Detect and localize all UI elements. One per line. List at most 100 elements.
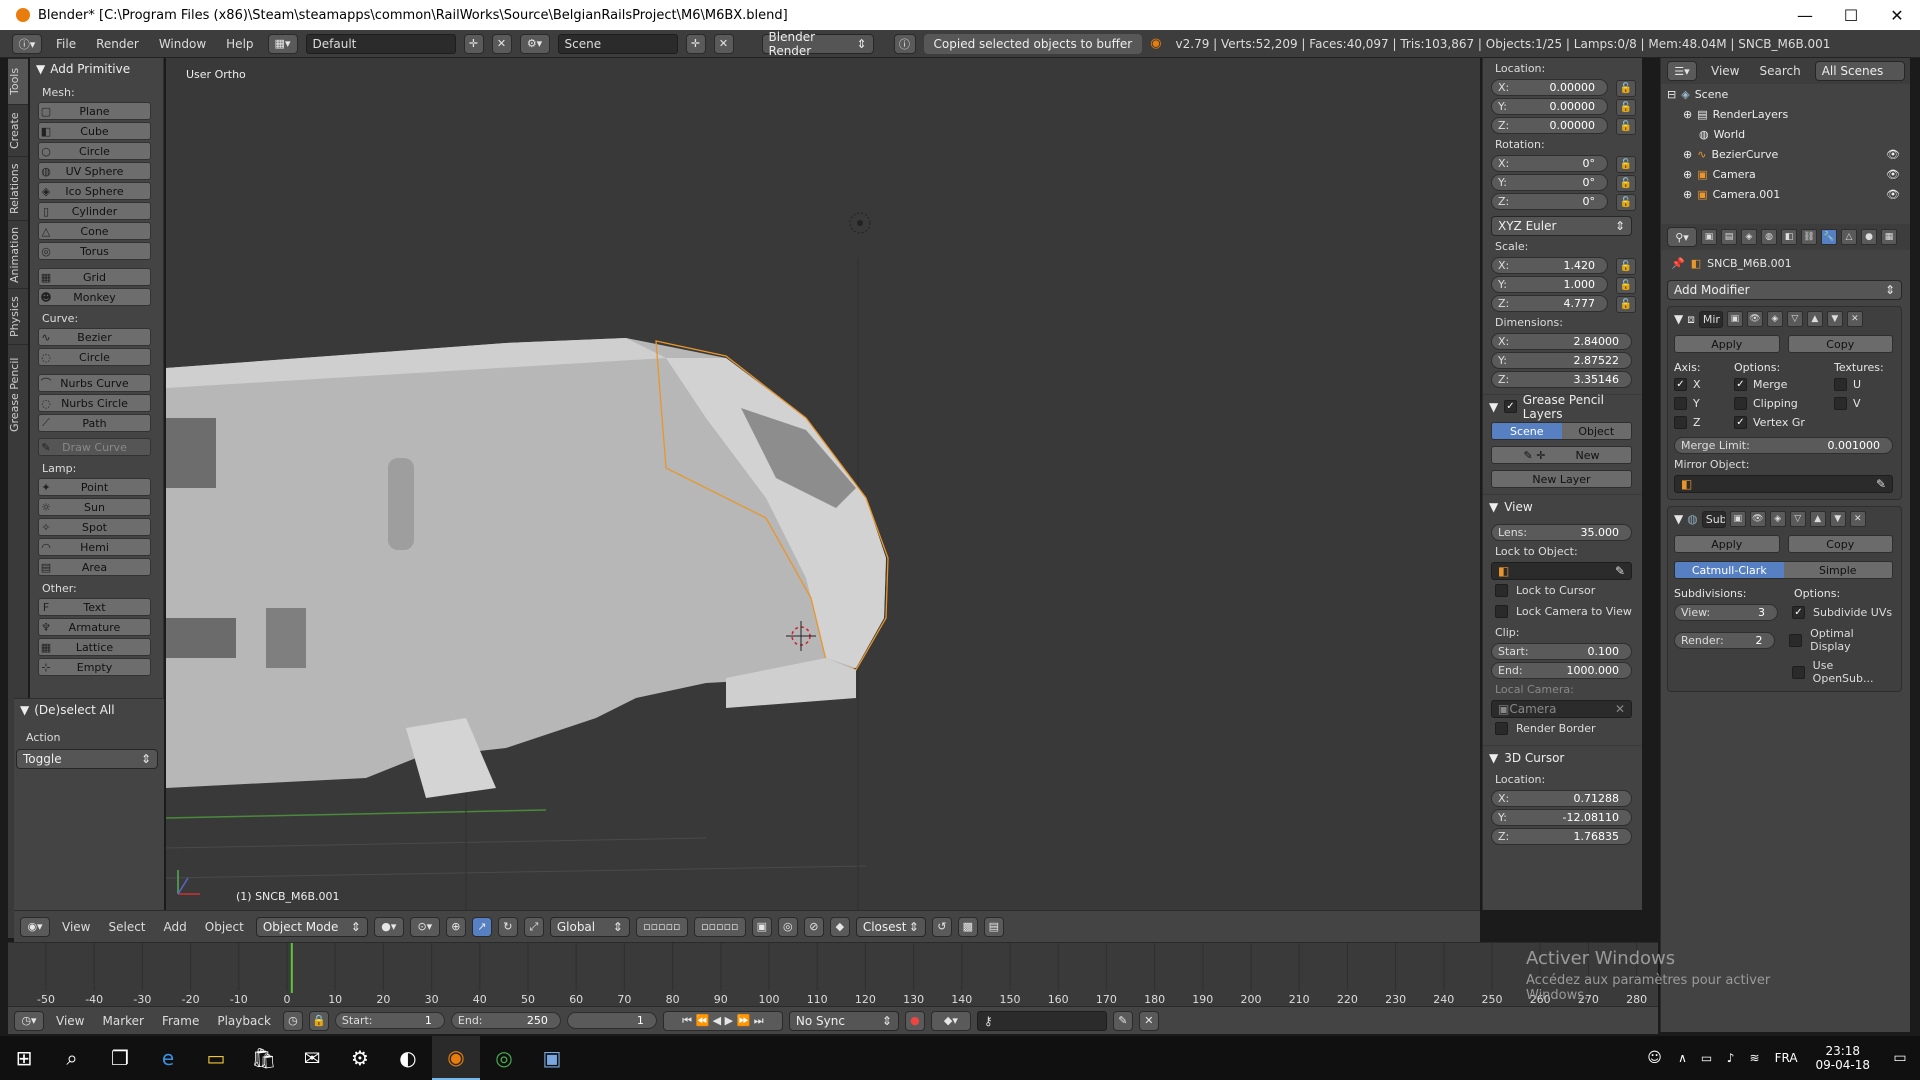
catmull-clark-option[interactable]: Catmull-Clark <box>1675 562 1784 578</box>
screen-layout-icon[interactable]: ▦▾ <box>267 33 298 54</box>
task-view-icon[interactable]: ❐ <box>96 1036 144 1080</box>
add-nurbs-curve-button[interactable]: ⌒ Nurbs Curve <box>38 374 151 392</box>
object-tab-icon[interactable]: ◧ <box>1781 229 1797 245</box>
add-lattice-button[interactable]: ▦ Lattice <box>38 638 151 656</box>
end-frame-field[interactable]: End: 250 <box>450 1012 561 1029</box>
remove-modifier-icon[interactable]: ✕ <box>1849 511 1866 527</box>
chrome-icon[interactable]: ◎ <box>480 1036 528 1080</box>
clock[interactable]: 23:18 09-04-18 <box>1806 1044 1880 1072</box>
texture-u-row[interactable]: U <box>1834 378 1861 391</box>
remove-modifier-icon[interactable]: ✕ <box>1846 311 1863 327</box>
rotation-z-field[interactable]: Z: 0° <box>1491 193 1608 210</box>
add-hemi-lamp-button[interactable]: ◠ Hemi <box>38 538 151 556</box>
start-icon[interactable]: ⊞ <box>0 1036 48 1080</box>
eyedropper-icon[interactable]: ✎ <box>1876 477 1886 491</box>
menu-render[interactable]: Render <box>90 37 145 51</box>
add-text-button[interactable]: F Text <box>38 598 151 616</box>
app-icon[interactable]: ▣ <box>528 1036 576 1080</box>
outliner-row-camera[interactable]: ⊕ ▣ Camera 👁 <box>1661 164 1910 184</box>
optimal-display-checkbox[interactable] <box>1789 633 1803 647</box>
lock-icon[interactable]: 🔓 <box>1616 194 1636 211</box>
tab-relations[interactable]: Relations <box>8 156 28 220</box>
add-empty-button[interactable]: ⊹ Empty <box>38 658 151 676</box>
add-monkey-button[interactable]: ☻ Monkey <box>38 288 151 306</box>
current-frame-field[interactable]: 1 <box>566 1012 657 1029</box>
location-y-field[interactable]: Y: 0.00000 <box>1491 98 1608 115</box>
menu-object[interactable]: Object <box>199 920 250 934</box>
subsurf-name-field[interactable]: Sub <box>1701 510 1726 528</box>
clipping-row[interactable]: Clipping <box>1734 397 1834 410</box>
axis-z-checkbox[interactable] <box>1674 416 1687 429</box>
add-point-lamp-button[interactable]: ✦ Point <box>38 478 151 496</box>
remove-layout-icon[interactable]: ✕ <box>491 33 512 54</box>
grease-scene-option[interactable]: Scene <box>1492 423 1562 439</box>
layers-tab-icon[interactable]: ▤ <box>1721 229 1737 245</box>
3d-viewport[interactable]: User Ortho (1) SNCB_M6B.001 <box>166 58 1480 910</box>
texture-u-checkbox[interactable] <box>1834 378 1847 391</box>
add-scene-icon[interactable]: ✛ <box>685 33 706 54</box>
scene-tab-icon[interactable]: ◈ <box>1741 229 1757 245</box>
dimension-z-field[interactable]: Z: 3.35146 <box>1491 371 1632 388</box>
menu-help[interactable]: Help <box>220 37 259 51</box>
location-z-field[interactable]: Z: 0.00000 <box>1491 117 1608 134</box>
viewport-shading-icon[interactable]: ●▾ <box>373 916 404 937</box>
view-panel-header[interactable]: ▼ View <box>1483 494 1642 518</box>
playback-controls[interactable]: ⏮ ⏪ ◀ ▶ ⏩ ⏭ <box>662 1010 783 1031</box>
minimize-button[interactable]: — <box>1782 0 1828 30</box>
axis-x-checkbox[interactable]: ✓ <box>1674 378 1687 391</box>
cage-toggle-icon[interactable]: ▽ <box>1786 311 1803 327</box>
vertex-group-row[interactable]: ✓ Vertex Gr <box>1734 416 1834 429</box>
menu-add[interactable]: Add <box>158 920 193 934</box>
menu-select[interactable]: Select <box>102 920 151 934</box>
move-down-icon[interactable]: ▼ <box>1829 511 1846 527</box>
outliner-row-world[interactable]: ◍ World <box>1661 124 1910 144</box>
add-primitive-header[interactable]: ▼ Add Primitive <box>30 58 163 80</box>
render-tab-icon[interactable]: ▣ <box>1701 229 1717 245</box>
timeline-menu-marker[interactable]: Marker <box>96 1014 149 1028</box>
simple-option[interactable]: Simple <box>1783 562 1892 578</box>
visibility-eye-icon[interactable]: 👁 <box>1886 188 1900 201</box>
scale-manipulator-icon[interactable]: ⤢ <box>523 916 544 937</box>
visibility-eye-icon[interactable]: 👁 <box>1886 168 1900 181</box>
timeline-menu-playback[interactable]: Playback <box>211 1014 277 1028</box>
tab-create[interactable]: Create <box>8 104 28 156</box>
tab-tools[interactable]: Tools <box>8 58 28 104</box>
scale-x-field[interactable]: X: 1.420 <box>1491 257 1608 274</box>
pivot-point-icon[interactable]: ⊙▾ <box>409 916 440 937</box>
eyedropper-icon[interactable]: ✎ <box>1615 564 1625 578</box>
tab-animation[interactable]: Animation <box>8 220 28 288</box>
preview-range-icon[interactable]: ◷ <box>282 1010 303 1031</box>
texture-v-checkbox[interactable] <box>1834 397 1847 410</box>
cage-toggle-icon[interactable]: ▽ <box>1789 511 1806 527</box>
scene-field[interactable]: Scene <box>557 33 678 54</box>
render-border-checkbox[interactable] <box>1495 722 1508 735</box>
merge-row[interactable]: ✓ Merge <box>1734 378 1834 391</box>
3d-cursor-header[interactable]: ▼ 3D Cursor <box>1483 745 1642 769</box>
lock-cursor-checkbox[interactable] <box>1495 584 1508 597</box>
expand-icon[interactable]: ⊕ <box>1683 188 1692 201</box>
proportional-edit-icon[interactable]: ◎ <box>777 916 798 937</box>
draw-curve-button[interactable]: ✎ Draw Curve <box>38 438 151 456</box>
grease-source-toggle[interactable]: Scene Object <box>1491 422 1632 440</box>
close-window-button[interactable]: ✕ <box>1874 0 1920 30</box>
constraints-tab-icon[interactable]: ⛓ <box>1801 229 1817 245</box>
lock-camera-row[interactable]: Lock Camera to View <box>1483 601 1642 622</box>
manipulator-icon[interactable]: ⊕ <box>445 916 466 937</box>
dimension-y-field[interactable]: Y: 2.87522 <box>1491 352 1632 369</box>
translate-manipulator-icon[interactable]: ↗ <box>471 916 492 937</box>
edge-icon[interactable]: e <box>144 1036 192 1080</box>
outliner-row-renderlayers[interactable]: ⊕ ▤ RenderLayers <box>1661 104 1910 124</box>
add-nurbs-circle-button[interactable]: ◌ Nurbs Circle <box>38 394 151 412</box>
record-icon[interactable]: ● <box>904 1010 925 1031</box>
lock-icon[interactable]: 🔓 <box>1616 80 1636 97</box>
cursor-z-field[interactable]: Z: 1.76835 <box>1491 828 1632 845</box>
cursor-y-field[interactable]: Y: -12.08110 <box>1491 809 1632 826</box>
blender-taskbar-icon[interactable]: ◉ <box>432 1036 480 1080</box>
steam-icon[interactable]: ◐ <box>384 1036 432 1080</box>
menu-window[interactable]: Window <box>153 37 212 51</box>
add-sun-lamp-button[interactable]: ☼ Sun <box>38 498 151 516</box>
add-cube-button[interactable]: ◧ Cube <box>38 122 151 140</box>
scale-z-field[interactable]: Z: 4.777 <box>1491 295 1608 312</box>
file-explorer-icon[interactable]: ▭ <box>192 1036 240 1080</box>
timeline-menu-frame[interactable]: Frame <box>156 1014 205 1028</box>
